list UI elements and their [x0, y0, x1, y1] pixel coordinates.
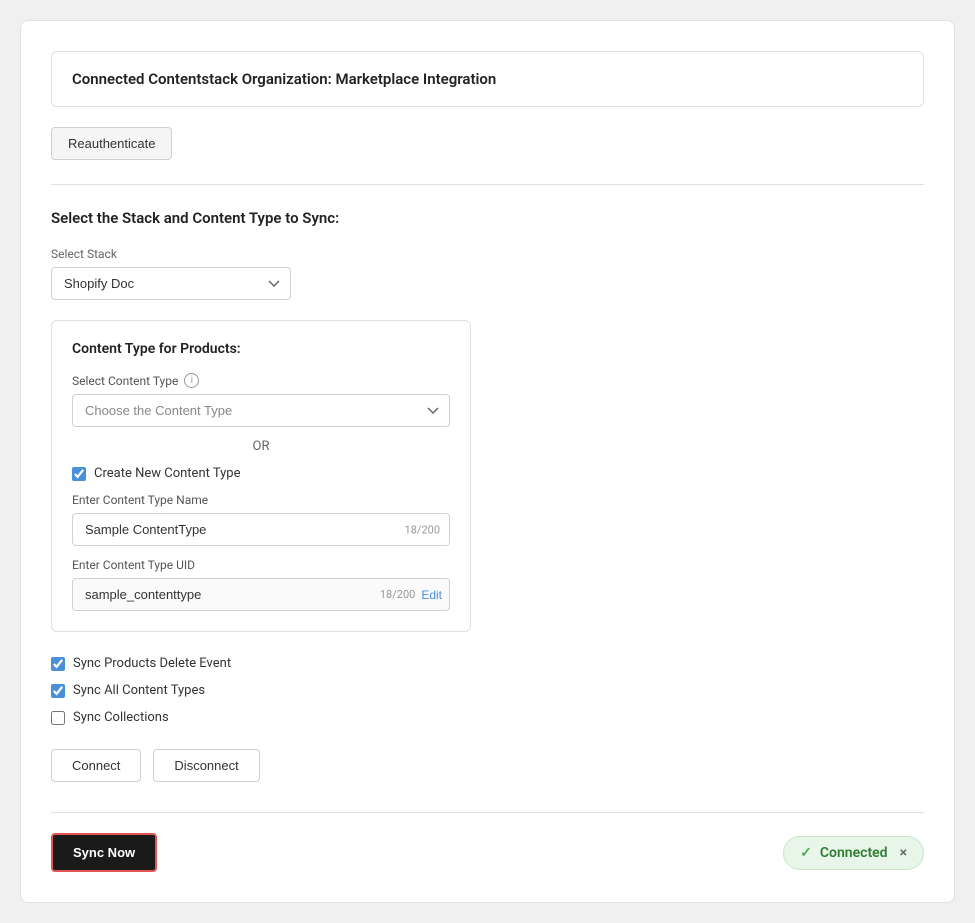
edit-uid-button[interactable]: Edit	[421, 588, 442, 602]
org-banner: Connected Contentstack Organization: Mar…	[51, 51, 924, 107]
content-type-card: Content Type for Products: Select Conten…	[51, 320, 471, 632]
sync-collections-label[interactable]: Sync Collections	[73, 710, 169, 725]
select-content-type-label: Select Content Type i	[72, 373, 450, 388]
section-title: Select the Stack and Content Type to Syn…	[51, 209, 924, 227]
info-icon[interactable]: i	[184, 373, 199, 388]
sync-delete-row: Sync Products Delete Event	[51, 656, 924, 671]
create-new-checkbox[interactable]	[72, 467, 86, 481]
connected-close-icon[interactable]: ×	[900, 845, 907, 861]
disconnect-button[interactable]: Disconnect	[153, 749, 259, 782]
uid-input-wrapper: 18/200 Edit	[72, 578, 450, 611]
connected-badge: ✓ Connected ×	[783, 836, 924, 870]
name-input-wrapper: 18/200	[72, 513, 450, 546]
section-divider-bottom	[51, 812, 924, 813]
connected-text: Connected	[820, 845, 888, 861]
org-banner-text: Connected Contentstack Organization: Mar…	[72, 70, 496, 88]
uid-row-right: 18/200 Edit	[380, 588, 450, 602]
action-buttons: Connect Disconnect	[51, 749, 924, 782]
connected-check-icon: ✓	[800, 845, 812, 861]
sync-collections-row: Sync Collections	[51, 710, 924, 725]
create-new-label[interactable]: Create New Content Type	[94, 466, 241, 481]
sync-options: Sync Products Delete Event Sync All Cont…	[51, 656, 924, 725]
name-field-label: Enter Content Type Name	[72, 493, 450, 507]
sync-all-checkbox[interactable]	[51, 684, 65, 698]
sync-collections-checkbox[interactable]	[51, 711, 65, 725]
name-input[interactable]	[72, 513, 450, 546]
reauthenticate-button[interactable]: Reauthenticate	[51, 127, 172, 160]
content-type-select[interactable]: Choose the Content Type	[72, 394, 450, 427]
bottom-bar: Sync Now ✓ Connected ×	[51, 833, 924, 872]
sync-delete-label[interactable]: Sync Products Delete Event	[73, 656, 231, 671]
stack-select[interactable]: Shopify Doc	[51, 267, 291, 300]
uid-counter: 18/200	[380, 588, 415, 601]
section-divider-top	[51, 184, 924, 185]
sync-all-row: Sync All Content Types	[51, 683, 924, 698]
name-counter: 18/200	[405, 523, 440, 536]
uid-field-label: Enter Content Type UID	[72, 558, 450, 572]
sync-now-button[interactable]: Sync Now	[51, 833, 157, 872]
create-new-row: Create New Content Type	[72, 466, 450, 481]
connect-button[interactable]: Connect	[51, 749, 141, 782]
main-container: Connected Contentstack Organization: Mar…	[20, 20, 955, 903]
or-divider: OR	[72, 439, 450, 454]
card-title: Content Type for Products:	[72, 341, 450, 357]
sync-delete-checkbox[interactable]	[51, 657, 65, 671]
sync-all-label[interactable]: Sync All Content Types	[73, 683, 205, 698]
select-stack-label: Select Stack	[51, 247, 924, 261]
